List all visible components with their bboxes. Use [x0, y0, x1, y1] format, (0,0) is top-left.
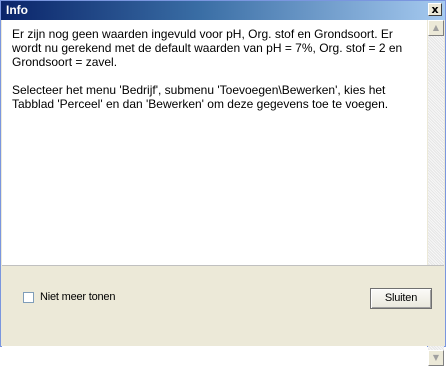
dont-show-again-option[interactable]: Niet meer tonen [23, 290, 115, 304]
dont-show-again-label[interactable]: Niet meer tonen [40, 291, 115, 303]
scroll-up-arrow-icon[interactable]: ▲ [428, 20, 444, 36]
title-bar[interactable]: Info x [1, 1, 445, 20]
close-button[interactable]: Sluiten [370, 288, 432, 309]
dont-show-again-checkbox[interactable] [23, 291, 34, 303]
info-dialog: Info x Er zijn nog geen waarden ingevuld… [0, 0, 446, 366]
message-text: Er zijn nog geen waarden ingevuld voor p… [12, 27, 424, 125]
scroll-down-arrow-icon[interactable]: ▼ [428, 350, 444, 366]
close-icon[interactable]: x [428, 3, 442, 16]
window-title: Info [6, 3, 28, 17]
message-paragraph-1: Er zijn nog geen waarden ingevuld voor p… [12, 27, 403, 69]
message-paragraph-2: Selecteer het menu 'Bedrijf', submenu 'T… [12, 83, 389, 111]
